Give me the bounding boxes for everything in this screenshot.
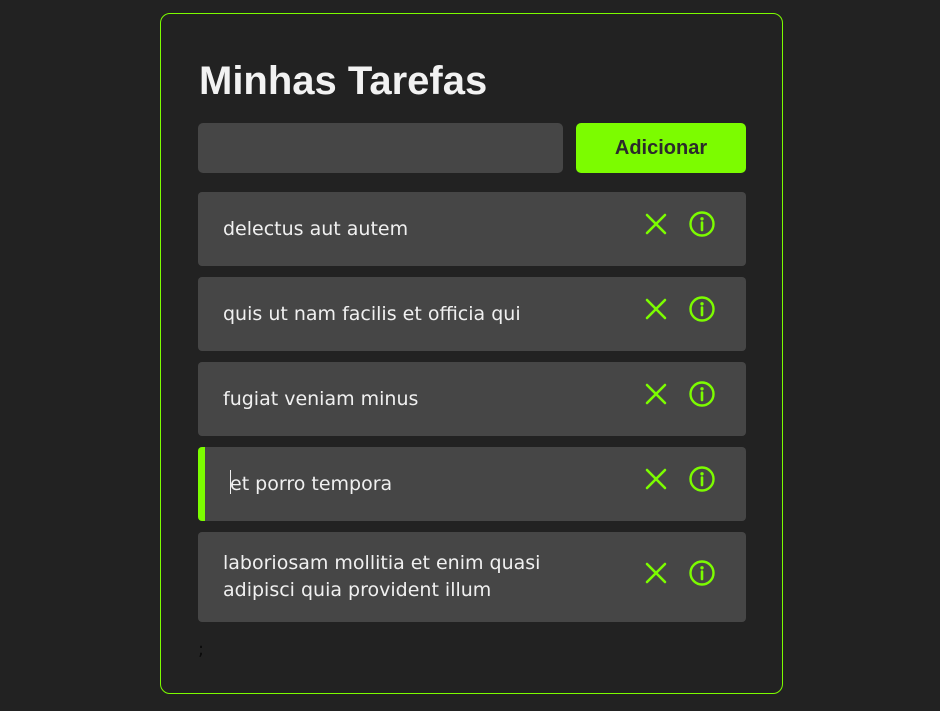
info-icon[interactable] <box>688 380 716 408</box>
task-text: quis ut nam facilis et officia qui <box>223 302 521 325</box>
task-actions <box>642 380 716 408</box>
info-icon[interactable] <box>688 559 716 587</box>
task-item-selected[interactable]: et porro tempora <box>198 447 746 521</box>
task-text: fugiat veniam minus <box>223 387 419 410</box>
task-list: delectus aut autem quis ut nam facilis e… <box>198 192 746 633</box>
task-text: et porro tempora <box>230 470 610 498</box>
info-icon[interactable] <box>688 295 716 323</box>
close-icon[interactable] <box>642 465 670 493</box>
stray-text: ; <box>198 639 205 660</box>
close-icon[interactable] <box>642 559 670 587</box>
info-icon[interactable] <box>688 210 716 238</box>
page-title: Minhas Tarefas <box>199 59 488 103</box>
task-actions <box>642 559 716 587</box>
close-icon[interactable] <box>642 295 670 323</box>
task-actions <box>642 210 716 238</box>
task-item[interactable]: quis ut nam facilis et officia qui <box>198 277 746 351</box>
add-task-button[interactable]: Adicionar <box>576 123 746 173</box>
close-icon[interactable] <box>642 210 670 238</box>
task-item[interactable]: laboriosam mollitia et enim quasi adipis… <box>198 532 746 622</box>
close-icon[interactable] <box>642 380 670 408</box>
task-actions <box>642 465 716 493</box>
task-text: delectus aut autem <box>223 217 409 240</box>
task-item[interactable]: fugiat veniam minus <box>198 362 746 436</box>
task-actions <box>642 295 716 323</box>
task-item[interactable]: delectus aut autem <box>198 192 746 266</box>
task-text: laboriosam mollitia et enim quasi adipis… <box>223 552 541 601</box>
task-text-value: et porro tempora <box>230 473 393 495</box>
task-card: Minhas Tarefas Adicionar delectus aut au… <box>160 13 783 694</box>
task-input[interactable] <box>198 123 563 173</box>
info-icon[interactable] <box>688 465 716 493</box>
